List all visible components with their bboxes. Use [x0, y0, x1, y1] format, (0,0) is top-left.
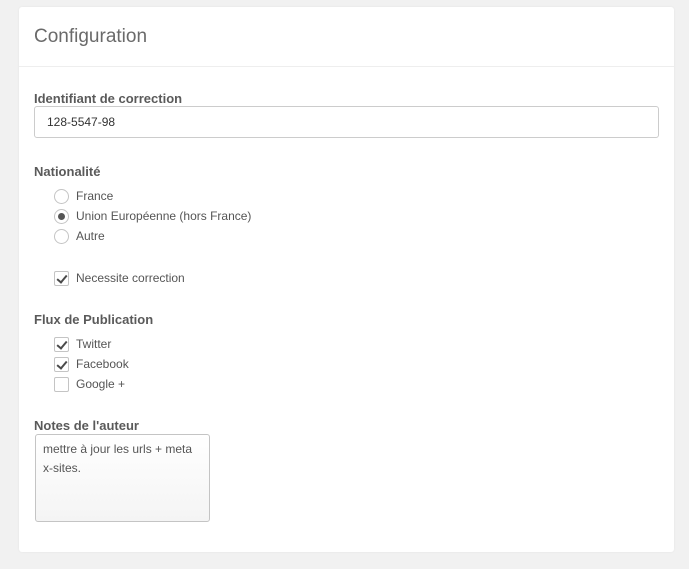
- checkbox-label: Google +: [76, 377, 126, 391]
- nationality-option-autre[interactable]: Autre: [54, 227, 105, 245]
- correction-id-label: Identifiant de correction: [34, 91, 183, 106]
- radio-button[interactable]: [54, 208, 69, 224]
- configuration-panel: Configuration Identifiant de correction …: [19, 7, 674, 552]
- checkbox[interactable]: [54, 270, 69, 286]
- radio-button[interactable]: [54, 188, 69, 204]
- checkbox[interactable]: [54, 376, 69, 392]
- radio-label: Union Européenne (hors France): [76, 209, 252, 223]
- author-notes-label: Notes de l'auteur: [34, 418, 139, 433]
- checkbox[interactable]: [54, 356, 69, 372]
- needs-correction-option[interactable]: Necessite correction: [54, 269, 185, 287]
- publication-label: Flux de Publication: [34, 312, 154, 327]
- correction-id-input[interactable]: [34, 106, 659, 138]
- panel-title: Configuration: [34, 26, 148, 47]
- author-notes-textarea[interactable]: mettre à jour les urls + meta x-sites.: [35, 434, 210, 522]
- radio-label: Autre: [76, 229, 105, 243]
- nationality-option-france[interactable]: France: [54, 187, 113, 205]
- checkbox-label: Twitter: [76, 337, 112, 351]
- nationality-label: Nationalité: [34, 164, 101, 179]
- panel-header: Configuration: [19, 7, 674, 67]
- checkbox-label: Facebook: [76, 357, 129, 371]
- publication-option-google[interactable]: Google +: [54, 375, 125, 393]
- checkbox[interactable]: [54, 336, 69, 352]
- publication-option-facebook[interactable]: Facebook: [54, 355, 129, 373]
- radio-button[interactable]: [54, 228, 69, 244]
- publication-option-twitter[interactable]: Twitter: [54, 335, 111, 353]
- checkbox-label: Necessite correction: [76, 271, 185, 285]
- nationality-option-eu[interactable]: Union Européenne (hors France): [54, 207, 251, 225]
- radio-label: France: [76, 189, 114, 203]
